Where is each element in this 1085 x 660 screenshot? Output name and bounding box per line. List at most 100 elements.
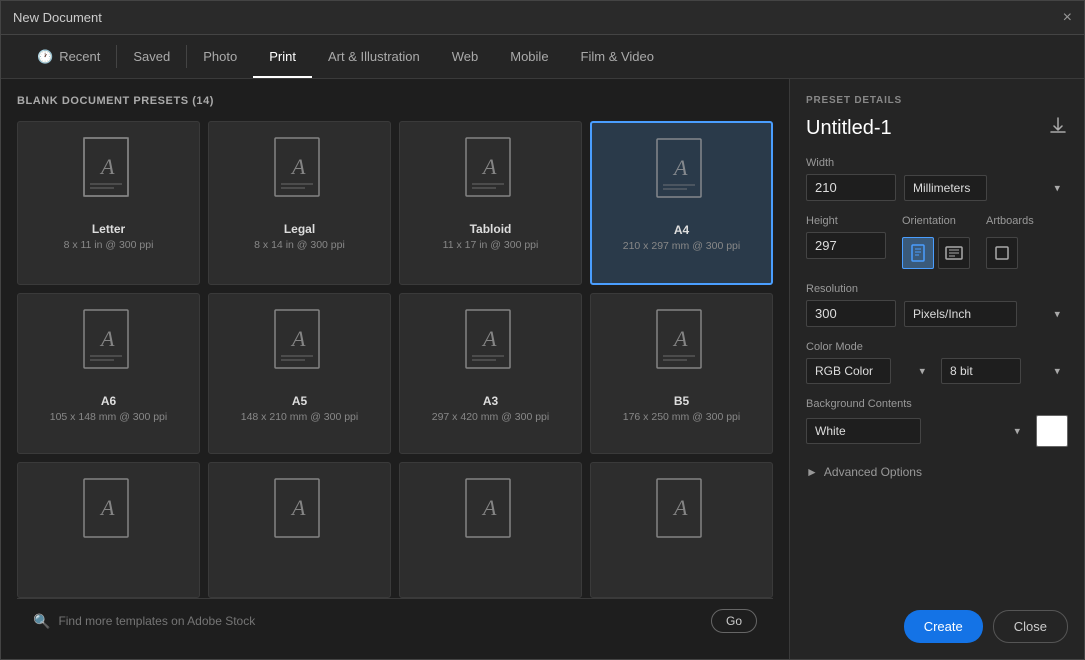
- orientation-buttons: [902, 237, 970, 269]
- orientation-label: Orientation: [902, 215, 970, 227]
- bg-contents-row: White Black Background Color Transparent…: [806, 415, 1068, 447]
- width-unit-select[interactable]: Millimeters Pixels Inches Centimeters Po…: [904, 175, 987, 201]
- width-input[interactable]: [806, 174, 896, 201]
- create-button[interactable]: Create: [904, 610, 983, 643]
- preset-details-label: PRESET DETAILS: [806, 95, 1068, 106]
- svg-text:A: A: [481, 495, 497, 520]
- preset-a4-name: A4: [674, 223, 689, 237]
- tab-art-illustration[interactable]: Art & Illustration: [312, 35, 436, 78]
- left-panel: BLANK DOCUMENT PRESETS (14) A Letter 8 x…: [1, 79, 789, 659]
- artboards-label: Artboards: [986, 215, 1034, 227]
- title-close-button[interactable]: ×: [1063, 10, 1072, 26]
- preset-a6[interactable]: A A6 105 x 148 mm @ 300 ppi: [17, 293, 200, 455]
- svg-text:A: A: [99, 495, 115, 520]
- preset-a6-name: A6: [101, 394, 116, 408]
- recent-icon: 🕐: [37, 49, 53, 65]
- orientation-group: Orientation: [902, 215, 970, 269]
- preset-b5-name: B5: [674, 394, 689, 408]
- height-input[interactable]: [806, 232, 886, 259]
- preset-a6-size: 105 x 148 mm @ 300 ppi: [50, 411, 167, 423]
- resolution-label: Resolution: [806, 283, 1068, 295]
- svg-text:A: A: [290, 326, 306, 351]
- artboard-button[interactable]: [986, 237, 1018, 269]
- tab-mobile[interactable]: Mobile: [494, 35, 564, 78]
- height-orient-row: Height Orientation: [806, 215, 1068, 269]
- preset-a5-name: A5: [292, 394, 307, 408]
- bit-depth-wrapper: 8 bit 16 bit 32 bit: [941, 358, 1068, 384]
- tab-photo[interactable]: Photo: [187, 35, 253, 78]
- svg-text:A: A: [481, 154, 497, 179]
- preset-a4[interactable]: A A4 210 x 297 mm @ 300 ppi: [590, 121, 773, 285]
- dialog-title: New Document: [13, 10, 102, 25]
- main-content: BLANK DOCUMENT PRESETS (14) A Letter 8 x…: [1, 79, 1084, 659]
- search-input-wrap: 🔍: [33, 613, 701, 630]
- bg-contents-select[interactable]: White Black Background Color Transparent…: [806, 418, 921, 444]
- preset-a3[interactable]: A A3 297 x 420 mm @ 300 ppi: [399, 293, 582, 455]
- color-mode-select[interactable]: RGB Color CMYK Color Grayscale Lab Color…: [806, 358, 891, 384]
- save-preset-button[interactable]: [1048, 116, 1068, 141]
- tab-web[interactable]: Web: [436, 35, 495, 78]
- tab-print[interactable]: Print: [253, 35, 312, 78]
- preset-b5[interactable]: A B5 176 x 250 mm @ 300 ppi: [590, 293, 773, 455]
- document-title: Untitled-1: [806, 117, 892, 140]
- preset-tabloid[interactable]: A Tabloid 11 x 17 in @ 300 ppi: [399, 121, 582, 285]
- preset-letter[interactable]: A Letter 8 x 11 in @ 300 ppi: [17, 121, 200, 285]
- spacer: [806, 479, 1068, 594]
- tab-saved[interactable]: Saved: [117, 35, 186, 78]
- resolution-unit-select[interactable]: Pixels/Inch Pixels/Centimeter: [904, 301, 1017, 327]
- preset-a3-name: A3: [483, 394, 498, 408]
- width-row: Millimeters Pixels Inches Centimeters Po…: [806, 174, 1068, 201]
- close-button[interactable]: Close: [993, 610, 1068, 643]
- preset-blank1[interactable]: A: [17, 462, 200, 598]
- svg-text:A: A: [99, 326, 115, 351]
- search-bar: 🔍 Go: [17, 598, 773, 643]
- preset-legal[interactable]: A Legal 8 x 14 in @ 300 ppi: [208, 121, 391, 285]
- preset-blank2[interactable]: A: [208, 462, 391, 598]
- preset-b5-size: 176 x 250 mm @ 300 ppi: [623, 411, 740, 423]
- preset-a5-size: 148 x 210 mm @ 300 ppi: [241, 411, 358, 423]
- presets-header: BLANK DOCUMENT PRESETS (14): [17, 95, 773, 107]
- height-group: Height: [806, 215, 886, 269]
- preset-tabloid-size: 11 x 17 in @ 300 ppi: [443, 239, 539, 251]
- color-mode-row: RGB Color CMYK Color Grayscale Lab Color…: [806, 358, 1068, 384]
- svg-text:A: A: [290, 495, 306, 520]
- preset-legal-name: Legal: [284, 222, 315, 236]
- svg-text:A: A: [672, 495, 688, 520]
- presets-grid: A Letter 8 x 11 in @ 300 ppi A Legal: [17, 121, 773, 598]
- bit-depth-select[interactable]: 8 bit 16 bit 32 bit: [941, 358, 1021, 384]
- portrait-button[interactable]: [902, 237, 934, 269]
- tab-film-video[interactable]: Film & Video: [565, 35, 670, 78]
- svg-text:A: A: [290, 154, 306, 179]
- color-mode-label: Color Mode: [806, 341, 1068, 353]
- new-document-dialog: New Document × 🕐 Recent Saved Photo Prin…: [0, 0, 1085, 660]
- width-unit-wrapper: Millimeters Pixels Inches Centimeters Po…: [904, 175, 1068, 201]
- search-input[interactable]: [58, 614, 701, 628]
- svg-text:A: A: [672, 326, 688, 351]
- resolution-input[interactable]: [806, 300, 896, 327]
- preset-tabloid-name: Tabloid: [470, 222, 512, 236]
- bottom-buttons: Create Close: [806, 610, 1068, 643]
- right-panel: PRESET DETAILS Untitled-1 Width Millimet…: [789, 79, 1084, 659]
- preset-blank4[interactable]: A: [590, 462, 773, 598]
- landscape-button[interactable]: [938, 237, 970, 269]
- svg-text:A: A: [481, 326, 497, 351]
- preset-blank3[interactable]: A: [399, 462, 582, 598]
- tab-recent[interactable]: 🕐 Recent: [21, 35, 116, 78]
- resolution-row: Pixels/Inch Pixels/Centimeter: [806, 300, 1068, 327]
- preset-letter-size: 8 x 11 in @ 300 ppi: [64, 239, 154, 251]
- search-icon: 🔍: [33, 613, 50, 630]
- width-label: Width: [806, 157, 1068, 169]
- advanced-options-toggle[interactable]: ► Advanced Options: [806, 465, 1068, 479]
- color-mode-wrapper: RGB Color CMYK Color Grayscale Lab Color…: [806, 358, 933, 384]
- chevron-right-icon: ►: [806, 465, 818, 479]
- bg-color-swatch[interactable]: [1036, 415, 1068, 447]
- svg-text:A: A: [99, 154, 115, 179]
- preset-letter-name: Letter: [92, 222, 125, 236]
- preset-a3-size: 297 x 420 mm @ 300 ppi: [432, 411, 549, 423]
- svg-text:A: A: [672, 155, 688, 180]
- doc-title-row: Untitled-1: [806, 116, 1068, 141]
- preset-a5[interactable]: A A5 148 x 210 mm @ 300 ppi: [208, 293, 391, 455]
- go-button[interactable]: Go: [711, 609, 757, 633]
- artboards-group: Artboards: [986, 215, 1034, 269]
- preset-a4-size: 210 x 297 mm @ 300 ppi: [623, 240, 740, 252]
